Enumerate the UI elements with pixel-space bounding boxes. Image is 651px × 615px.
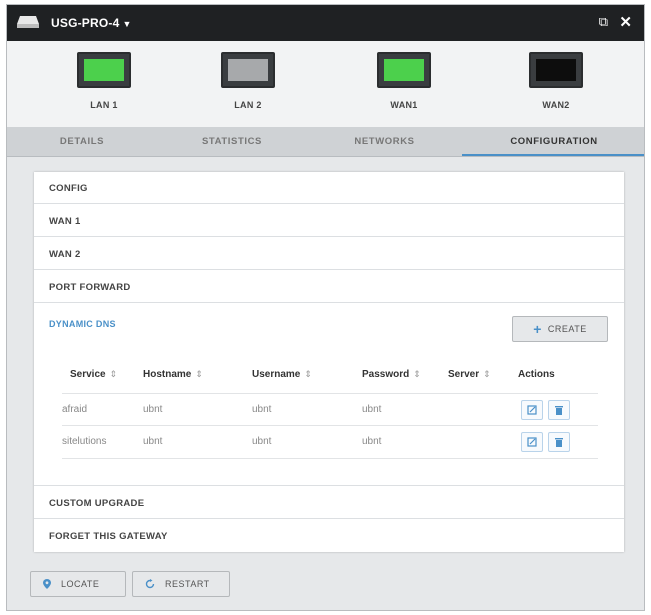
table-row: afraid ubnt ubnt ubnt — [62, 393, 598, 426]
locate-button[interactable]: LOCATE — [30, 571, 126, 597]
gateway-device-icon — [17, 16, 39, 28]
section-label[interactable]: DYNAMIC DNS — [49, 319, 116, 329]
edit-icon[interactable] — [521, 432, 543, 452]
title-bar: USG-PRO-4 ▼ ⧉ ✕ — [7, 5, 644, 41]
configuration-panel: CONFIG WAN 1 WAN 2 PORT FORWARD DYNAMIC … — [34, 172, 624, 552]
port-label: WAN1 — [390, 100, 418, 110]
column-header-password[interactable]: Password ⇕ — [362, 369, 421, 380]
cell-hostname: ubnt — [143, 436, 163, 447]
delete-icon[interactable] — [548, 432, 570, 452]
device-name: USG-PRO-4 — [51, 16, 120, 30]
header-label: Username — [252, 369, 301, 380]
section-label: CONFIG — [49, 183, 88, 194]
section-forget-gateway[interactable]: FORGET THIS GATEWAY — [34, 520, 624, 552]
port-led — [84, 59, 124, 81]
port-lan1[interactable]: LAN 1 — [59, 52, 149, 110]
plus-icon: + — [533, 321, 542, 337]
cell-password: ubnt — [362, 404, 382, 415]
cell-hostname: ubnt — [143, 404, 163, 415]
section-label: FORGET THIS GATEWAY — [49, 531, 168, 542]
cell-username: ubnt — [252, 404, 272, 415]
locate-label: LOCATE — [61, 579, 100, 589]
header-label: Password — [362, 369, 410, 380]
column-header-service[interactable]: Service ⇕ — [70, 369, 117, 380]
table-row: sitelutions ubnt ubnt ubnt — [62, 425, 598, 459]
cell-service: sitelutions — [62, 436, 107, 447]
tab-configuration[interactable]: CONFIGURATION — [462, 127, 644, 156]
sort-icon: ⇕ — [413, 369, 421, 379]
section-wan2[interactable]: WAN 2 — [34, 238, 624, 270]
port-led — [384, 59, 424, 81]
sort-icon: ⇕ — [483, 369, 491, 379]
sort-icon: ⇕ — [195, 369, 203, 379]
device-selector[interactable]: USG-PRO-4 ▼ — [51, 16, 132, 30]
popout-icon[interactable]: ⧉ — [599, 14, 608, 30]
section-dynamic-dns: DYNAMIC DNS + CREATE Service ⇕ Hostname ⇕ … — [34, 304, 624, 486]
port-label: LAN 2 — [234, 100, 262, 110]
section-custom-upgrade[interactable]: CUSTOM UPGRADE — [34, 487, 624, 519]
section-port-forward[interactable]: PORT FORWARD — [34, 271, 624, 303]
column-header-actions: Actions — [518, 369, 555, 380]
port-label: LAN 1 — [90, 100, 118, 110]
section-label: CUSTOM UPGRADE — [49, 498, 145, 509]
section-config[interactable]: CONFIG — [34, 172, 624, 204]
header-label: Hostname — [143, 369, 192, 380]
port-wan2[interactable]: WAN2 — [511, 52, 601, 110]
header-label: Server — [448, 369, 480, 380]
restart-button[interactable]: RESTART — [132, 571, 230, 597]
location-pin-icon — [43, 579, 51, 589]
column-header-server[interactable]: Server ⇕ — [448, 369, 491, 380]
port-lan2[interactable]: LAN 2 — [203, 52, 293, 110]
delete-icon[interactable] — [548, 400, 570, 420]
column-header-username[interactable]: Username ⇕ — [252, 369, 312, 380]
sort-icon: ⇕ — [109, 369, 118, 379]
device-window: USG-PRO-4 ▼ ⧉ ✕ LAN 1 LAN 2 WAN1 WAN2 DET… — [6, 4, 645, 611]
port-status-bar: LAN 1 LAN 2 WAN1 WAN2 — [7, 41, 644, 128]
section-label: PORT FORWARD — [49, 282, 131, 293]
header-label: Service — [70, 369, 106, 380]
edit-icon[interactable] — [521, 400, 543, 420]
port-wan1[interactable]: WAN1 — [359, 52, 449, 110]
cell-service: afraid — [62, 404, 88, 415]
close-icon[interactable]: ✕ — [619, 13, 632, 31]
port-led — [536, 59, 576, 81]
cell-password: ubnt — [362, 436, 382, 447]
cell-username: ubnt — [252, 436, 272, 447]
tab-statistics[interactable]: STATISTICS — [157, 127, 307, 156]
sort-icon: ⇕ — [304, 369, 312, 379]
section-label: WAN 1 — [49, 216, 81, 227]
tab-details[interactable]: DETAILS — [7, 127, 157, 156]
port-label: WAN2 — [542, 100, 570, 110]
section-label: WAN 2 — [49, 249, 81, 260]
restart-icon — [145, 579, 155, 589]
section-wan1[interactable]: WAN 1 — [34, 205, 624, 237]
caret-down-icon: ▼ — [122, 19, 132, 29]
column-header-hostname[interactable]: Hostname ⇕ — [143, 369, 203, 380]
restart-label: RESTART — [165, 579, 210, 589]
port-led — [228, 59, 268, 81]
create-label: CREATE — [547, 324, 587, 334]
tab-bar: DETAILS STATISTICS NETWORKS CONFIGURATIO… — [7, 127, 644, 157]
tab-networks[interactable]: NETWORKS — [307, 127, 462, 156]
create-button[interactable]: + CREATE — [512, 316, 608, 342]
